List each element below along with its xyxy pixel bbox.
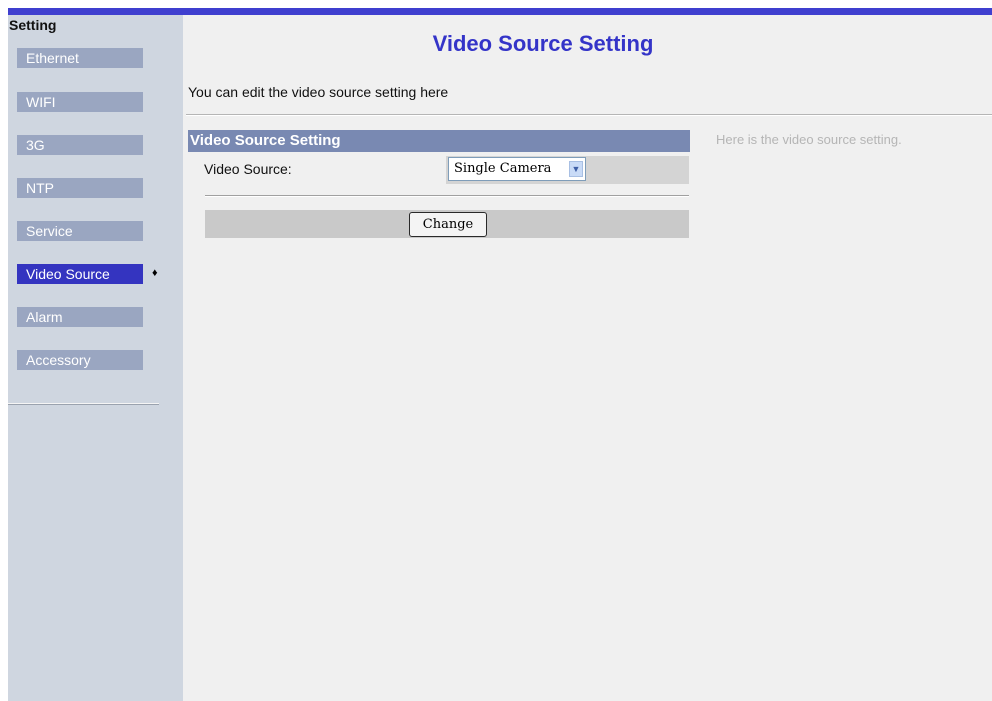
video-source-label: Video Source: <box>204 161 292 177</box>
section-header: Video Source Setting <box>188 130 690 152</box>
sidebar-item-wifi[interactable]: WIFI <box>17 92 143 112</box>
intro-text: You can edit the video source setting he… <box>188 84 449 100</box>
page-frame: Setting Ethernet WIFI 3G NTP Service Vid… <box>8 8 992 701</box>
help-text: Here is the video source setting. <box>716 132 902 147</box>
divider <box>186 114 992 116</box>
video-source-select-value: Single Camera <box>454 161 552 176</box>
sidebar-item-3g[interactable]: 3G <box>17 135 143 155</box>
sidebar-item-accessory[interactable]: Accessory <box>17 350 143 370</box>
sidebar-item-ethernet[interactable]: Ethernet <box>17 48 143 68</box>
sidebar-item-video-source[interactable]: Video Source <box>17 264 143 284</box>
sidebar-item-alarm[interactable]: Alarm <box>17 307 143 327</box>
sidebar-item-service[interactable]: Service <box>17 221 143 241</box>
change-button[interactable]: Change <box>409 212 487 237</box>
video-source-select[interactable]: Single Camera ▼ <box>448 157 586 181</box>
form-divider <box>205 195 689 197</box>
chevron-down-icon[interactable]: ▼ <box>569 161 583 177</box>
sidebar-item-ntp[interactable]: NTP <box>17 178 143 198</box>
sidebar: Setting Ethernet WIFI 3G NTP Service Vid… <box>8 15 183 701</box>
sidebar-divider <box>8 403 159 405</box>
diamond-icon: ♦ <box>152 267 158 279</box>
top-accent-bar <box>8 8 992 15</box>
sidebar-title: Setting <box>9 17 57 33</box>
page-title: Video Source Setting <box>432 31 654 56</box>
main-content: Video Source Setting You can edit the vi… <box>183 15 992 701</box>
